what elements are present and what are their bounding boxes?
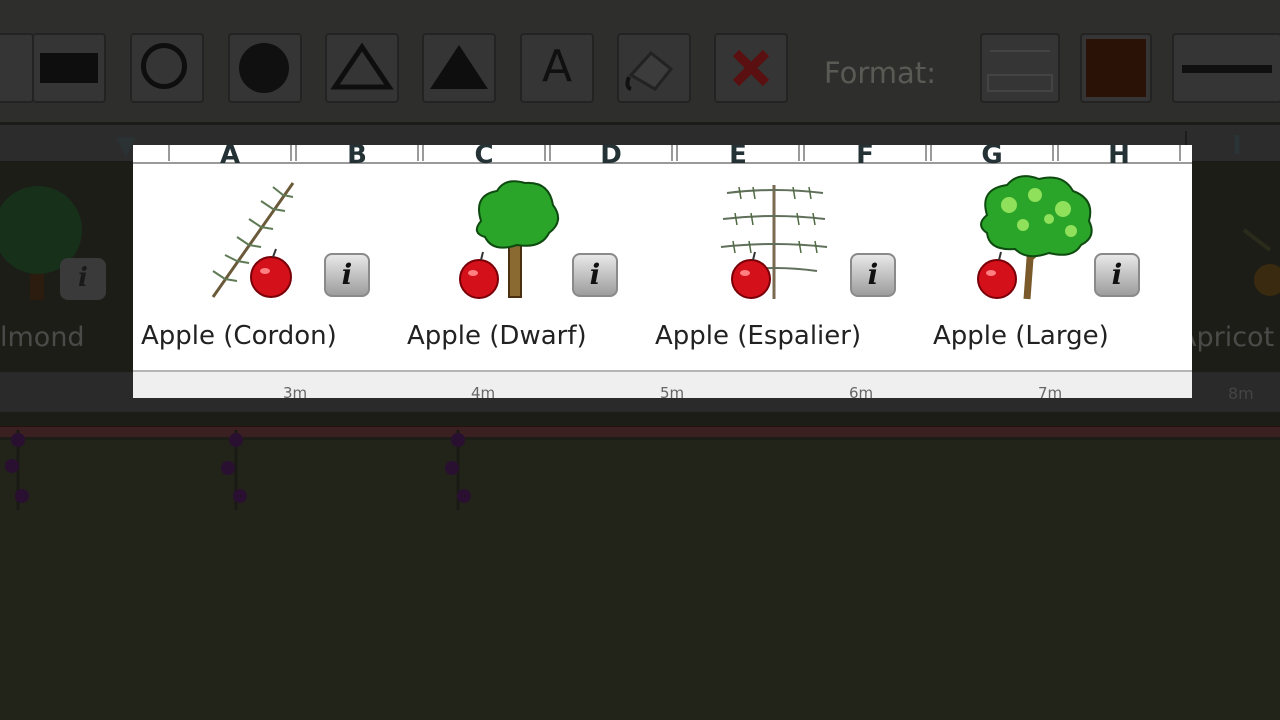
plant-name-apple-espalier: Apple (Espalier) bbox=[655, 321, 862, 351]
circle-icon bbox=[141, 43, 187, 89]
ruler-label: 5m bbox=[660, 384, 685, 398]
rectangle-icon bbox=[40, 53, 98, 83]
plant-card-apple-espalier[interactable]: i Apple (Espalier) bbox=[653, 175, 913, 375]
grape-vine-icon[interactable] bbox=[0, 420, 50, 520]
plant-card-apple-dwarf[interactable]: i Apple (Dwarf) bbox=[393, 175, 653, 375]
column-header-g[interactable]: G bbox=[930, 145, 1054, 170]
column-header-h[interactable]: H bbox=[1057, 145, 1181, 170]
measure-tool-button[interactable] bbox=[980, 33, 1060, 103]
plant-name: Apricot bbox=[1178, 322, 1275, 353]
ruler-label: 6m bbox=[849, 384, 874, 398]
filled-circle-tool-button[interactable] bbox=[228, 33, 302, 103]
ruler: 3m 4m 5m 6m 7m bbox=[133, 370, 1192, 398]
garden-bed bbox=[0, 440, 1280, 720]
text-tool-icon: A bbox=[541, 41, 573, 92]
info-icon[interactable]: i bbox=[60, 258, 106, 300]
column-header-d[interactable]: D bbox=[549, 145, 673, 170]
plant-name: lmond bbox=[0, 322, 85, 353]
fill-color-swatch[interactable] bbox=[1080, 33, 1152, 103]
column-header-a[interactable]: A bbox=[168, 145, 292, 170]
ruler-label: 7m bbox=[1038, 384, 1063, 398]
ruler-label: 3m bbox=[283, 384, 308, 398]
plant-name-apple-cordon: Apple (Cordon) bbox=[141, 321, 337, 351]
line-style-icon bbox=[1182, 65, 1272, 73]
delete-x-icon bbox=[732, 49, 770, 87]
triangle-icon bbox=[330, 42, 394, 90]
delete-tool-button[interactable] bbox=[714, 33, 788, 103]
info-icon[interactable]: i bbox=[1094, 253, 1140, 297]
toolbar: A Format: bbox=[0, 0, 1280, 122]
ruler-label: 4m bbox=[471, 384, 496, 398]
grape-vine-icon[interactable] bbox=[432, 420, 482, 520]
column-header-b[interactable]: B bbox=[295, 145, 419, 170]
color-swatch-icon bbox=[1086, 39, 1146, 97]
text-tool-button[interactable]: A bbox=[520, 33, 594, 103]
circle-tool-button[interactable] bbox=[130, 33, 204, 103]
paint-bucket-icon bbox=[625, 50, 674, 91]
plant-card-apple-large[interactable]: i Apple (Large) bbox=[923, 175, 1183, 375]
column-header-i[interactable]: I bbox=[1185, 131, 1280, 161]
filled-rectangle-tool-button[interactable] bbox=[32, 33, 106, 103]
ruler-label: 8m bbox=[1228, 384, 1254, 403]
plant-name-apple-dwarf: Apple (Dwarf) bbox=[407, 321, 587, 351]
info-icon[interactable]: i bbox=[324, 253, 370, 297]
filled-circle-icon bbox=[239, 43, 289, 93]
paint-bucket-tool-button[interactable] bbox=[617, 33, 691, 103]
info-icon[interactable]: i bbox=[572, 253, 618, 297]
plant-name-apple-large: Apple (Large) bbox=[933, 321, 1109, 351]
column-header-f[interactable]: F bbox=[803, 145, 927, 170]
info-icon[interactable]: i bbox=[850, 253, 896, 297]
grape-vine-icon[interactable] bbox=[210, 420, 260, 520]
filled-triangle-icon bbox=[430, 45, 488, 89]
fence bbox=[0, 426, 1280, 437]
line-style-button[interactable] bbox=[1172, 33, 1280, 103]
column-header-e[interactable]: E bbox=[676, 145, 800, 170]
column-menu-arrow[interactable]: ▼ bbox=[0, 131, 146, 161]
partial-tool-button[interactable] bbox=[0, 33, 34, 103]
apple-large-icon bbox=[977, 175, 1093, 300]
plant-card-apple-cordon[interactable]: i Apple (Cordon) bbox=[133, 175, 393, 375]
ruler-measure-icon bbox=[987, 50, 1053, 92]
highlighted-plant-strip: A B C D E F G H i Apple (Cordon) i Apple… bbox=[133, 145, 1192, 398]
column-header-c[interactable]: C bbox=[422, 145, 546, 170]
filled-triangle-tool-button[interactable] bbox=[422, 33, 496, 103]
triangle-tool-button[interactable] bbox=[325, 33, 399, 103]
format-label: Format: bbox=[824, 56, 936, 90]
